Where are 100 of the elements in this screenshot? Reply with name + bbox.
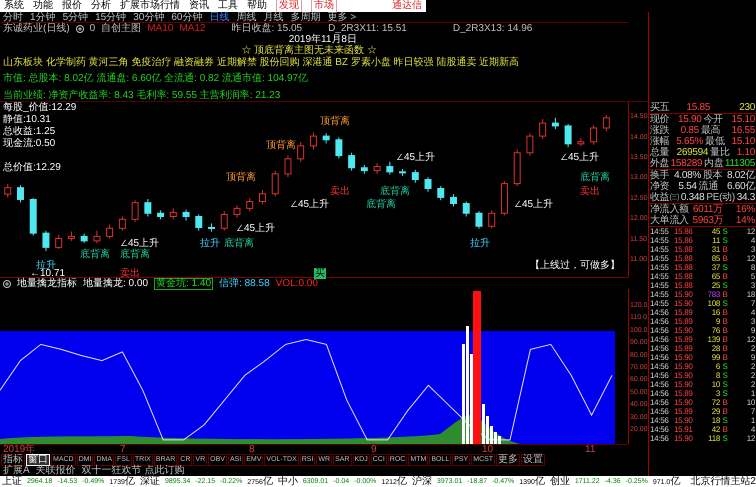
indicator-tab[interactable]: 指标 [1, 454, 25, 466]
previous-close: 昨日收盘: 15.05 [231, 23, 302, 34]
trade-price: 15.88 [674, 281, 694, 290]
chart-annotation: 买 [314, 268, 326, 279]
axis-label: 2019年 [3, 445, 36, 455]
menu-item[interactable]: 分析 [91, 0, 111, 12]
indicator-tab[interactable]: 更多 [496, 454, 520, 466]
candlestick [4, 184, 12, 198]
trade-side: B [721, 425, 729, 434]
axis-label: 7 [120, 445, 126, 455]
chart-annotation: 底背离 [380, 186, 410, 197]
candlestick [170, 208, 177, 220]
period-tab[interactable]: 更多 > [328, 12, 356, 22]
quote-label: 流通 [698, 181, 718, 192]
period-tab[interactable]: 日线 [210, 12, 230, 22]
chart-annotation: 卖出 [330, 186, 350, 197]
trade-time: 14:56 [650, 407, 670, 416]
candlestick [30, 198, 37, 236]
indicator-tab[interactable]: 窗口 [26, 454, 50, 466]
candlestick [157, 210, 164, 220]
menu-item[interactable]: 发现 [276, 0, 302, 12]
menu-item[interactable]: 帮助 [247, 0, 267, 12]
candlestick [450, 194, 457, 207]
chart-annotation: 顶背离 [266, 140, 296, 151]
trade-volume: 16 [710, 308, 720, 317]
candlestick [272, 170, 279, 197]
quote-label: 今开 [704, 114, 723, 125]
menu-item[interactable]: 功能 [33, 0, 53, 12]
trade-volume: 139 [706, 335, 720, 344]
period-tab[interactable]: 分时 [3, 12, 23, 22]
trade-side: B [721, 335, 729, 344]
candlestick [590, 124, 598, 146]
candlestick [424, 176, 432, 192]
candlestick [488, 210, 496, 229]
trade-side: B [721, 254, 729, 263]
trade-price: 15.89 [674, 407, 694, 416]
candlestick [93, 230, 100, 244]
candlestick [246, 198, 254, 212]
menu-item[interactable]: 工具 [218, 0, 238, 12]
trade-volume: 45 [710, 227, 720, 236]
extension-link[interactable]: 双十一狂欢节 点此订购 [82, 465, 184, 476]
trade-volume: 25 [710, 281, 720, 290]
trade-price: 15.90 [674, 290, 694, 299]
candlestick [462, 200, 470, 217]
trade-side: B [721, 398, 729, 407]
period-tab[interactable]: 15分钟 [95, 12, 126, 22]
trade-count: 7 [750, 407, 755, 416]
chart-annotation: 顶背离 [320, 116, 350, 127]
concept-list: 山东板块 化学制药 黄河三角 免疫治疗 融资融券 近期解禁 股份回购 深港通 BZ 罗素小盘 昨日较强 陆股通卖 近期新高 [3, 57, 645, 68]
trade-count: 12 [746, 254, 755, 263]
period-tab[interactable]: 60分钟 [171, 12, 202, 22]
period-tab[interactable]: 多周期 [290, 12, 320, 22]
circled-plus-icon[interactable] [76, 24, 84, 32]
quote-label: 现价 [650, 114, 670, 125]
value-label: 静值:10.31 [3, 114, 52, 126]
trade-price: 15.89 [674, 335, 694, 344]
trade-side: B [721, 317, 729, 326]
indicator-tab[interactable]: 设置 [521, 454, 546, 466]
trade-count: 3 [750, 245, 755, 254]
trade-volume: 18 [710, 416, 720, 425]
chart-annotation: 底背离 [580, 172, 610, 183]
trade-price: 15.88 [674, 272, 694, 281]
quote-label: 净资 [650, 181, 670, 192]
trade-time: 14:55 [650, 263, 670, 272]
menu-item[interactable]: 报价 [62, 0, 82, 12]
trade-price: 15.90 [674, 353, 694, 362]
candlestick [500, 180, 508, 216]
period-tab[interactable]: 30分钟 [133, 12, 164, 22]
circled-plus-icon[interactable] [3, 280, 11, 288]
candlestick [80, 233, 88, 244]
candlestick [284, 155, 292, 178]
trade-side: B [721, 344, 729, 353]
quote-value: 6.60亿 [727, 181, 755, 192]
trade-price: 15.89 [674, 344, 694, 353]
period-tab[interactable]: 周线 [236, 12, 256, 22]
quote-label: 外盘 [650, 158, 670, 169]
trade-volume: 99 [710, 353, 720, 362]
quote-value: 15.10 [731, 136, 755, 147]
quote-value: 269594 [676, 147, 708, 158]
candlestick [577, 138, 584, 147]
chart-annotation: 卖出 [580, 186, 600, 197]
candlestick [552, 117, 559, 130]
quote-value: 0.85 [680, 125, 699, 136]
period-tab[interactable]: 1分钟 [30, 12, 56, 22]
quote-label: 量比 [710, 147, 730, 158]
menu-item[interactable]: 资讯 [189, 0, 209, 12]
quote-label: 总量 [650, 147, 670, 158]
period-tab[interactable]: 5分钟 [62, 12, 88, 22]
period-tab[interactable]: 月线 [264, 12, 284, 22]
chart-annotation: 卖出 [120, 268, 140, 279]
indicator-reading: 黄金坑: 1.40 [154, 278, 214, 290]
extension-link[interactable]: 扩展A [3, 465, 30, 476]
quote-value: 111305 [724, 158, 755, 169]
index-name: 创业 [550, 476, 570, 487]
extension-link[interactable]: 关联报价 [36, 465, 76, 476]
trade-price: 15.90 [674, 326, 694, 335]
trade-count: 1 [750, 416, 755, 425]
trade-time: 14:56 [650, 317, 670, 326]
trade-price: 15.86 [674, 236, 694, 245]
candlestick [42, 230, 50, 252]
